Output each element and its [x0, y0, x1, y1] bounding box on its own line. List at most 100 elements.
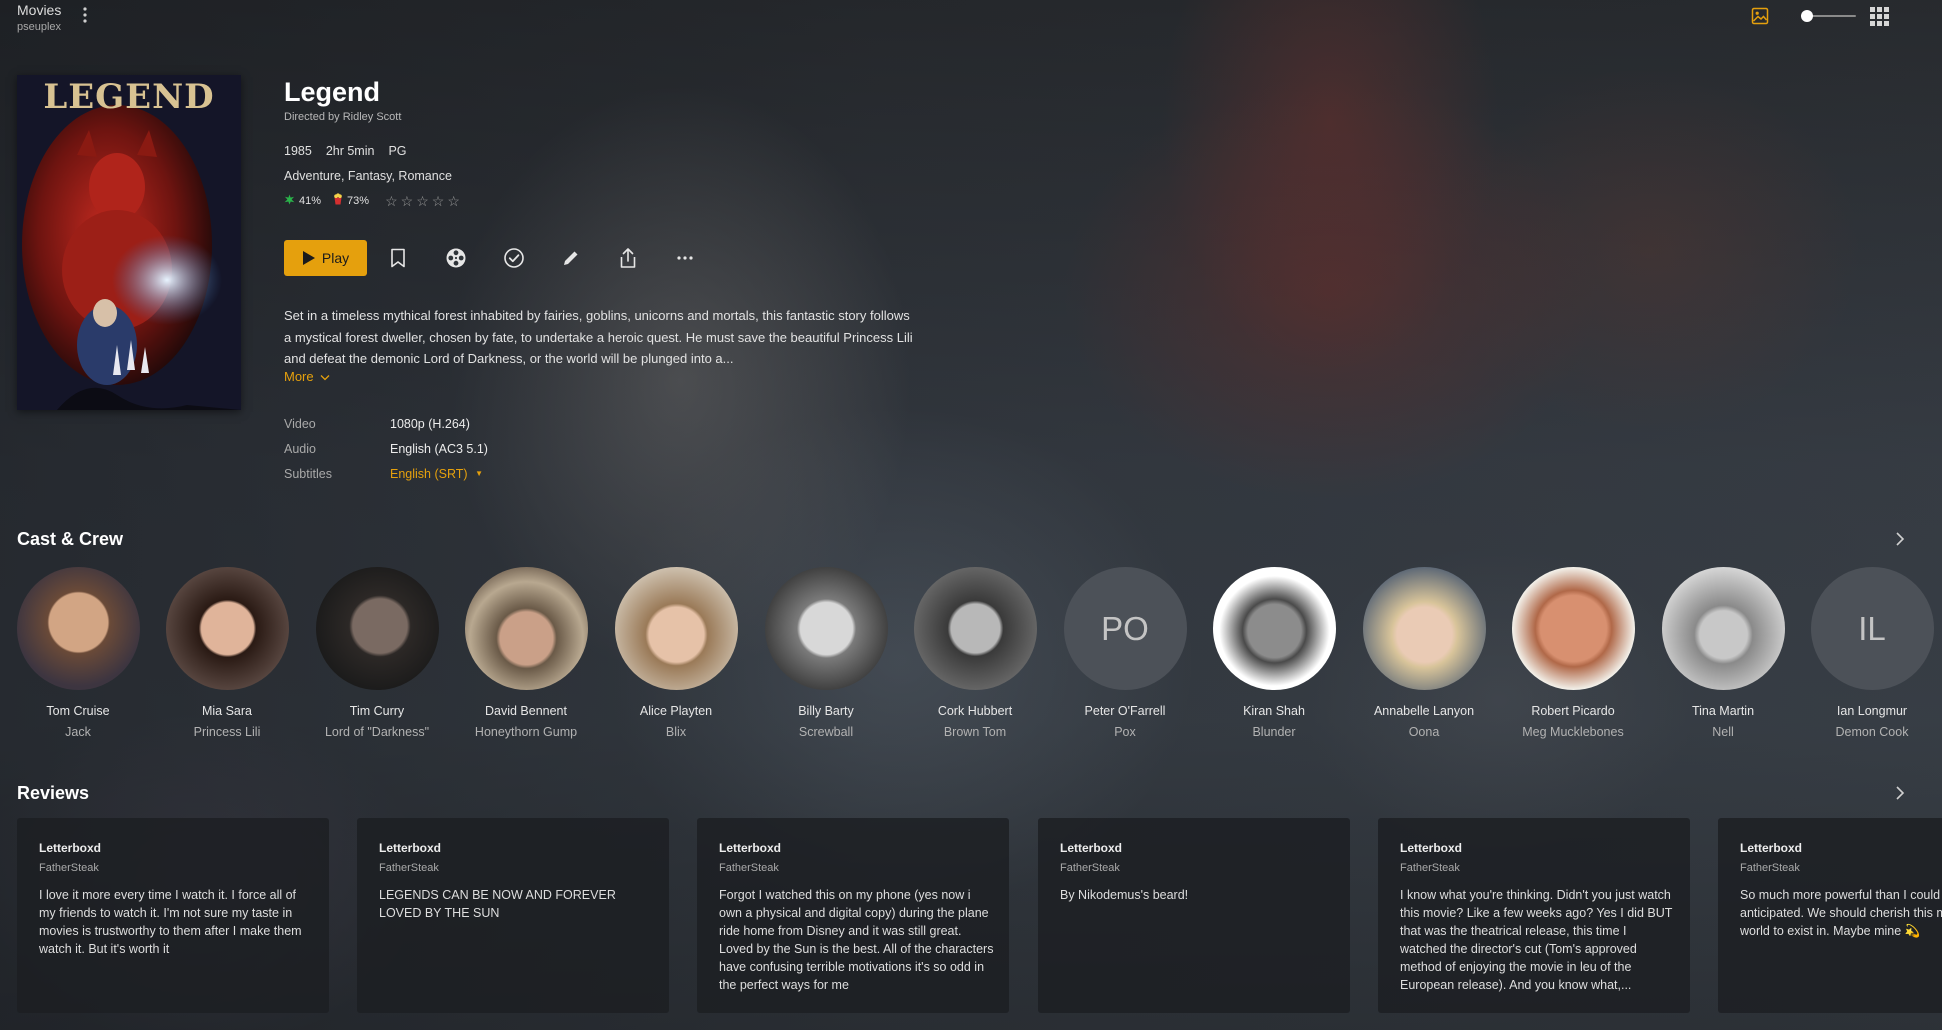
subtitles-label: Subtitles	[284, 467, 332, 481]
check-circle-icon	[504, 248, 524, 268]
cast-role: Blunder	[1252, 725, 1296, 739]
watchlist-button[interactable]	[384, 244, 412, 272]
film-reel-icon	[446, 248, 466, 268]
review-text: LEGENDS CAN BE NOW AND FOREVER LOVED BY …	[379, 888, 616, 920]
popcorn-icon	[333, 193, 343, 208]
rotten-splat-icon	[284, 193, 295, 208]
ratings-row: 41% 73% ☆ ☆ ☆ ☆ ☆	[284, 193, 460, 208]
director-credit[interactable]: Directed by Ridley Scott	[284, 111, 401, 123]
review-text: I know what you're thinking. Didn't you …	[1400, 888, 1673, 992]
review-card[interactable]: Letterboxd FatherSteak By Nikodemus's be…	[1038, 818, 1350, 1013]
star-icon[interactable]: ☆	[385, 194, 398, 208]
user-star-rating[interactable]: ☆ ☆ ☆ ☆ ☆	[385, 194, 460, 208]
cast-card[interactable]: PO Peter O'Farrell Pox	[1050, 567, 1200, 739]
reviews-next-chevron-icon[interactable]	[1893, 785, 1907, 801]
genres[interactable]: Adventure, Fantasy, Romance	[284, 169, 452, 183]
review-text: So much more powerful than I could have …	[1740, 888, 1942, 938]
more-summary-link[interactable]: More	[284, 369, 330, 384]
cast-initials: IL	[1810, 567, 1934, 690]
more-horizontal-icon	[677, 256, 693, 260]
cast-name: Annabelle Lanyon	[1373, 704, 1475, 718]
cast-card[interactable]: Robert Picardo Meg Mucklebones	[1498, 567, 1648, 739]
review-card[interactable]: Letterboxd FatherSteak LEGENDS CAN BE NO…	[357, 818, 669, 1013]
cast-photo	[1511, 567, 1635, 690]
cast-name: Mia Sara	[201, 704, 253, 718]
trailer-button[interactable]	[442, 244, 470, 272]
cast-photo	[1362, 567, 1486, 690]
cast-photo	[315, 567, 439, 690]
bookmark-icon	[391, 248, 405, 268]
more-options-button[interactable]	[671, 244, 699, 272]
star-icon[interactable]: ☆	[401, 194, 414, 208]
cast-photo	[614, 567, 738, 690]
review-card[interactable]: Letterboxd FatherSteak I know what you'r…	[1378, 818, 1690, 1013]
play-button[interactable]: Play	[284, 240, 367, 276]
server-name: pseuplex	[17, 21, 62, 33]
cast-name: Ian Longmur	[1836, 704, 1908, 718]
review-source: Letterboxd	[1400, 841, 1463, 855]
poster-title-text: LEGEND	[43, 77, 215, 117]
review-source: Letterboxd	[379, 841, 442, 855]
poster-size-slider-handle[interactable]	[1801, 10, 1813, 22]
cast-name: David Bennent	[484, 704, 567, 718]
review-card[interactable]: Letterboxd FatherSteak So much more powe…	[1718, 818, 1942, 1013]
cast-photo	[464, 567, 588, 690]
cast-role: Pox	[1114, 725, 1136, 739]
grid-view-icon[interactable]	[1870, 7, 1889, 26]
share-button[interactable]	[614, 244, 642, 272]
star-icon[interactable]: ☆	[432, 194, 445, 208]
cast-name: Billy Barty	[798, 704, 854, 718]
more-label: More	[284, 369, 314, 384]
cast-name: Cork Hubbert	[937, 704, 1013, 718]
cast-card[interactable]: IL Ian Longmur Demon Cook	[1797, 567, 1942, 739]
review-source: Letterboxd	[1060, 841, 1123, 855]
review-author: FatherSteak	[379, 862, 439, 874]
cast-card[interactable]: Billy Barty Screwball	[751, 567, 901, 739]
cast-card[interactable]: Tina Martin Nell	[1648, 567, 1798, 739]
cast-card[interactable]: Annabelle Lanyon Oona	[1349, 567, 1499, 739]
cast-photo	[913, 567, 1037, 690]
cast-role: Jack	[65, 725, 91, 739]
mark-watched-button[interactable]	[500, 244, 528, 272]
edit-button[interactable]	[557, 244, 585, 272]
cast-card[interactable]: Tom Cruise Jack	[3, 567, 153, 739]
cast-role: Brown Tom	[943, 725, 1007, 739]
play-icon	[302, 251, 315, 265]
cast-name: Peter O'Farrell	[1084, 704, 1166, 718]
cast-next-chevron-icon[interactable]	[1893, 531, 1907, 547]
cast-role: Meg Mucklebones	[1522, 725, 1624, 739]
cast-card[interactable]: Cork Hubbert Brown Tom	[900, 567, 1050, 739]
cast-photo	[1661, 567, 1785, 690]
cast-role: Oona	[1408, 725, 1440, 739]
cast-role: Nell	[1712, 725, 1734, 739]
subtitles-value: English (SRT)	[390, 467, 468, 481]
cast-card[interactable]: Alice Playten Blix	[601, 567, 751, 739]
review-author: FatherSteak	[39, 862, 99, 874]
share-icon	[620, 248, 636, 268]
release-year[interactable]: 1985	[284, 144, 312, 158]
background-art-toggle-icon[interactable]	[1751, 7, 1769, 25]
star-icon[interactable]: ☆	[416, 194, 429, 208]
subtitles-select[interactable]: English (SRT) ▼	[390, 467, 483, 481]
cast-name: Kiran Shah	[1243, 704, 1305, 718]
cast-role: Blix	[665, 725, 687, 739]
movie-metadata: 1985 2hr 5min PG	[284, 144, 407, 158]
review-card[interactable]: Letterboxd FatherSteak Forgot I watched …	[697, 818, 1009, 1013]
cast-card[interactable]: Mia Sara Princess Lili	[152, 567, 302, 739]
cast-section-title[interactable]: Cast & Crew	[17, 529, 123, 550]
cast-card[interactable]: Tim Curry Lord of "Darkness"	[302, 567, 452, 739]
review-source: Letterboxd	[1740, 841, 1803, 855]
star-icon[interactable]: ☆	[447, 194, 460, 208]
review-text: I love it more every time I watch it. I …	[39, 888, 302, 956]
movie-poster[interactable]: LEGEND	[17, 75, 241, 410]
cast-card[interactable]: Kiran Shah Blunder	[1199, 567, 1349, 739]
review-card[interactable]: Letterboxd FatherSteak I love it more ev…	[17, 818, 329, 1013]
cast-photo	[165, 567, 289, 690]
reviews-section-title[interactable]: Reviews	[17, 783, 89, 804]
cast-card[interactable]: David Bennent Honeythorn Gump	[451, 567, 601, 739]
library-title[interactable]: Movies	[17, 2, 61, 18]
cast-name: Alice Playten	[639, 704, 713, 718]
content-rating: PG	[388, 144, 407, 158]
review-author: FatherSteak	[1060, 862, 1120, 874]
more-vertical-icon[interactable]	[82, 6, 88, 24]
